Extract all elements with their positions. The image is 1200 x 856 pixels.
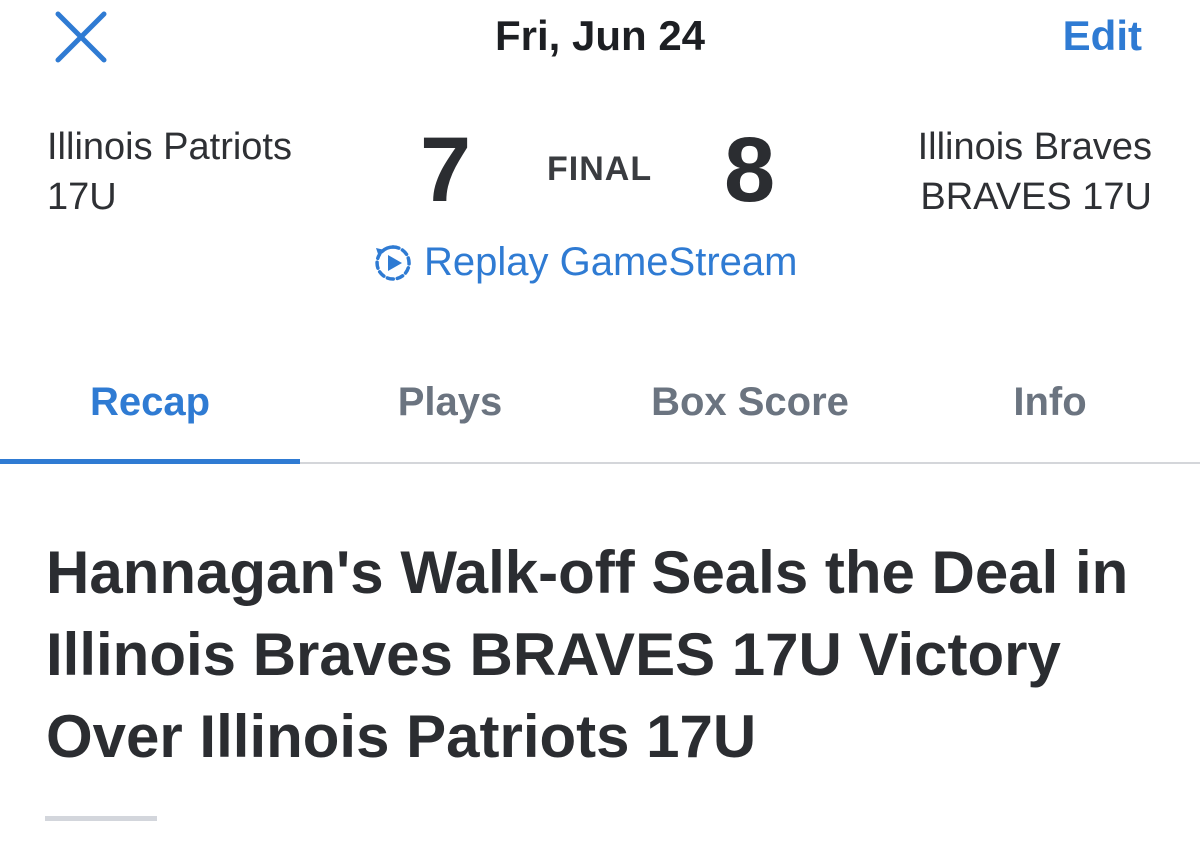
game-status: FINAL [547,150,653,188]
tab-plays[interactable]: Plays [300,360,600,462]
home-team-name-line2: BRAVES 17U [920,176,1152,218]
game-recap-screen: Fri, Jun 24 Edit Illinois Patriots 17U 7… [0,0,1200,856]
game-date-title: Fri, Jun 24 [494,12,706,59]
away-team-name-line2: 17U [47,176,117,218]
recap-headline: Hannagan's Walk-off Seals the Deal in Il… [46,539,1129,770]
tab-recap[interactable]: Recap [0,360,300,464]
replay-icon [375,244,411,281]
tab-box-score[interactable]: Box Score [600,360,900,462]
replay-gamestream-label: Replay GameStream [424,240,798,284]
home-team-name[interactable]: Illinois Braves BRAVES 17U [822,122,1152,222]
tab-info[interactable]: Info [900,360,1200,462]
home-team-name-line1: Illinois Braves [917,126,1152,168]
tab-bar: Recap Plays Box Score Info [0,360,1200,464]
home-team-score: 8 [724,119,776,221]
replay-gamestream-link[interactable]: Replay GameStream [372,240,797,285]
away-team-name-line1: Illinois Patriots [47,126,292,168]
headline-divider [45,816,157,821]
away-team-name[interactable]: Illinois Patriots 17U [47,122,377,222]
away-team-score: 7 [420,119,472,221]
edit-button[interactable]: Edit [1063,12,1142,60]
